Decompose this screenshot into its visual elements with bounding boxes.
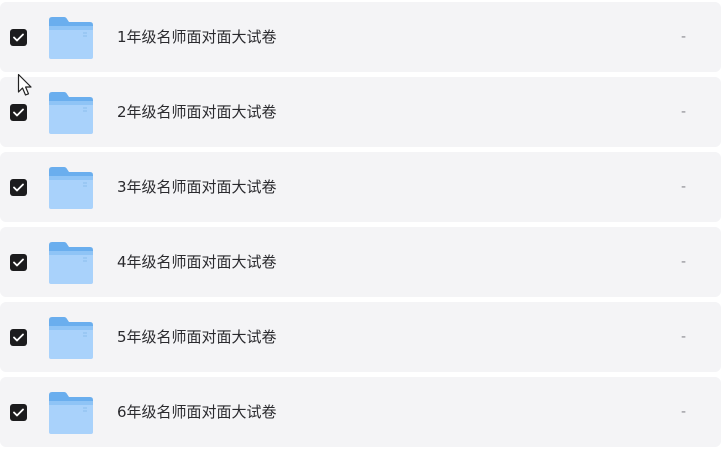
file-row[interactable]: 2年级名师面对面大试卷 - [0,77,721,147]
file-row[interactable]: 1年级名师面对面大试卷 - [0,2,721,72]
file-name[interactable]: 4年级名师面对面大试卷 [117,227,277,297]
file-row[interactable]: 6年级名师面对面大试卷 - [0,377,721,447]
folder-icon [49,392,93,434]
folder-icon [49,242,93,284]
folder-icon [49,317,93,359]
file-list: 1年级名师面对面大试卷 - 2年级名师面对面大试卷 - 3年级名师面对面大试卷 [0,0,721,451]
checkmark-icon [13,183,24,192]
file-name[interactable]: 1年级名师面对面大试卷 [117,2,277,72]
file-row[interactable]: 3年级名师面对面大试卷 - [0,152,721,222]
file-meta: - [681,29,687,45]
file-name[interactable]: 2年级名师面对面大试卷 [117,77,277,147]
file-meta: - [681,179,687,195]
file-row[interactable]: 4年级名师面对面大试卷 - [0,227,721,297]
file-name[interactable]: 3年级名师面对面大试卷 [117,152,277,222]
file-meta: - [681,404,687,420]
file-meta: - [681,329,687,345]
row-checkbox[interactable] [10,104,27,121]
checkmark-icon [13,108,24,117]
row-checkbox[interactable] [10,29,27,46]
checkmark-icon [13,258,24,267]
checkmark-icon [13,333,24,342]
file-name[interactable]: 5年级名师面对面大试卷 [117,302,277,372]
checkmark-icon [13,33,24,42]
folder-icon [49,92,93,134]
file-name[interactable]: 6年级名师面对面大试卷 [117,377,277,447]
file-row[interactable]: 5年级名师面对面大试卷 - [0,302,721,372]
file-meta: - [681,104,687,120]
file-meta: - [681,254,687,270]
folder-icon [49,17,93,59]
row-checkbox[interactable] [10,329,27,346]
row-checkbox[interactable] [10,254,27,271]
checkmark-icon [13,408,24,417]
row-checkbox[interactable] [10,179,27,196]
row-checkbox[interactable] [10,404,27,421]
folder-icon [49,167,93,209]
